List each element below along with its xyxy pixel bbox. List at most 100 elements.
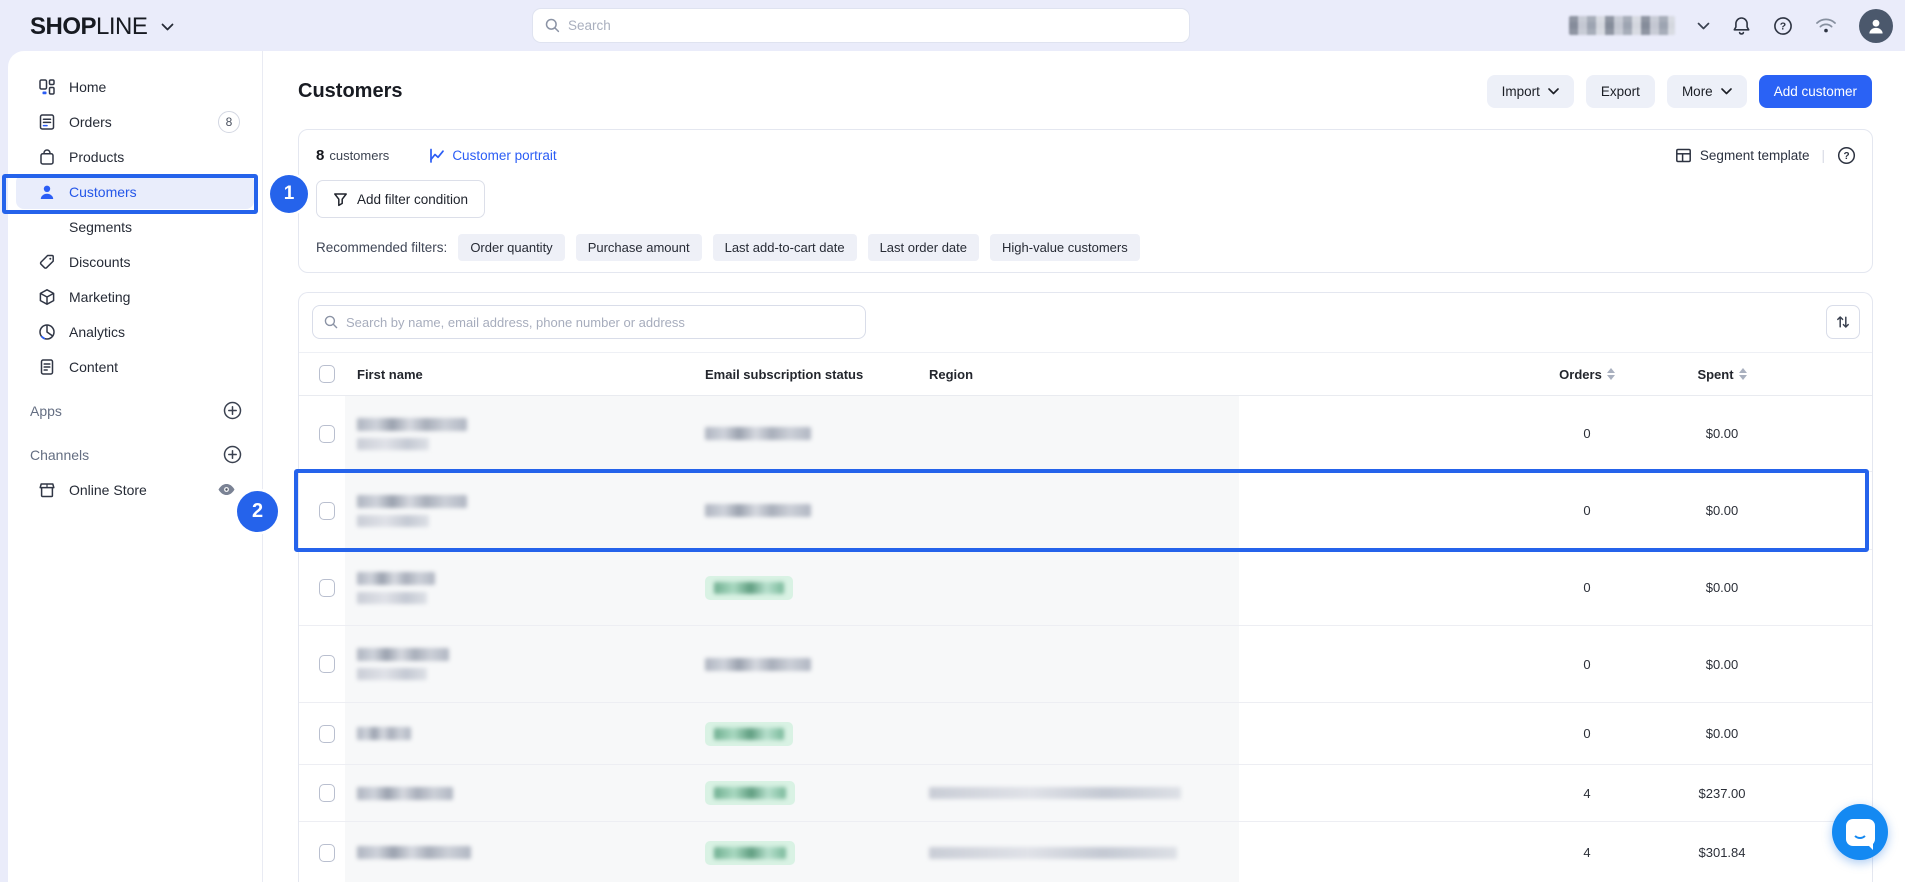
orders-header-label: Orders — [1559, 366, 1602, 382]
sidebar-item-customers[interactable]: Customers — [16, 174, 254, 209]
filter-chip-high-value-customers[interactable]: High-value customers — [990, 234, 1140, 261]
sidebar-item-label: Orders — [69, 113, 112, 130]
sidebar-item-orders[interactable]: Orders 8 — [16, 104, 254, 139]
email-status-cell — [705, 575, 929, 600]
table-search-input[interactable] — [346, 314, 854, 330]
help-icon[interactable]: ? — [1773, 16, 1793, 36]
sidebar-item-analytics[interactable]: Analytics — [16, 314, 254, 349]
help-circle-icon[interactable]: ? — [1837, 146, 1856, 165]
global-search-input[interactable] — [568, 18, 1177, 33]
filter-funnel-icon — [334, 192, 347, 206]
sidebar-item-discounts[interactable]: Discounts — [16, 244, 254, 279]
sidebar-item-segments[interactable]: Segments — [16, 209, 254, 244]
import-button[interactable]: Import — [1486, 75, 1574, 108]
sidebar-item-label: Segments — [69, 218, 133, 235]
annotation-step-2: 2 — [237, 491, 278, 532]
row-checkbox[interactable] — [319, 724, 335, 743]
sort-arrows-icon — [1837, 316, 1849, 328]
sort-carets-icon[interactable] — [1738, 368, 1747, 380]
discount-tag-icon — [39, 254, 54, 269]
table-search[interactable] — [312, 305, 866, 339]
segment-template-button[interactable]: Segment template — [1675, 147, 1810, 164]
column-header-first-name[interactable]: First name — [357, 367, 705, 382]
spent-value: $0.00 — [1705, 726, 1739, 741]
table-row[interactable]: 0 $0.00 — [299, 626, 1872, 703]
status-text-redacted — [714, 846, 786, 859]
row-checkbox[interactable] — [319, 424, 335, 443]
filter-chip-last-add-to-cart-date[interactable]: Last add-to-cart date — [712, 234, 857, 261]
top-bar: SHOPLINE ? — [0, 0, 1905, 51]
add-channel-plus-icon[interactable] — [223, 445, 242, 464]
filter-chip-last-order-date[interactable]: Last order date — [867, 234, 980, 261]
sidebar-item-marketing[interactable]: Marketing — [16, 279, 254, 314]
table-row[interactable]: 0 $0.00 — [299, 703, 1872, 765]
view-store-eye-icon[interactable] — [217, 483, 236, 496]
sort-carets-icon[interactable] — [1606, 368, 1615, 380]
sidebar-item-online-store[interactable]: Online Store — [16, 472, 254, 507]
table-row[interactable]: 0 $0.00 — [299, 550, 1872, 626]
filters-card: 8 customers Customer portrait Segment te… — [298, 129, 1873, 273]
global-search[interactable] — [532, 8, 1190, 43]
orders-value: 0 — [1583, 580, 1591, 595]
customer-portrait-link[interactable]: Customer portrait — [429, 148, 557, 164]
sidebar-item-label: Products — [69, 148, 125, 165]
column-header-orders[interactable]: Orders — [1532, 367, 1642, 382]
customer-name-redacted — [357, 846, 705, 859]
filter-chip-order-quantity[interactable]: Order quantity — [458, 234, 565, 261]
sidebar-item-home[interactable]: Home — [16, 69, 254, 104]
sidebar-item-label: Customers — [69, 183, 137, 200]
row-checkbox[interactable] — [319, 843, 335, 862]
sidebar-item-label: Online Store — [69, 481, 147, 498]
chevron-down-icon — [1548, 88, 1559, 95]
filter-chip-purchase-amount[interactable]: Purchase amount — [575, 234, 702, 261]
content-area: Customers Import Export More Add custome… — [264, 51, 1905, 882]
customer-name-redacted — [357, 648, 705, 680]
svg-text:?: ? — [1780, 20, 1786, 32]
add-customer-label: Add customer — [1773, 84, 1857, 99]
sidebar-item-products[interactable]: Products — [16, 139, 254, 174]
products-bag-icon — [40, 148, 54, 165]
row-checkbox[interactable] — [319, 655, 335, 673]
table-row[interactable]: 4 $301.84 — [299, 822, 1872, 882]
row-checkbox[interactable] — [319, 501, 335, 520]
notifications-bell-icon[interactable] — [1732, 16, 1751, 36]
divider: | — [1821, 148, 1825, 163]
column-header-email-subscription-status[interactable]: Email subscription status — [705, 367, 929, 382]
segment-template-label: Segment template — [1699, 148, 1810, 163]
spent-value: $301.84 — [1698, 845, 1746, 860]
email-status-cell — [705, 657, 929, 671]
orders-value: 4 — [1583, 845, 1591, 860]
shopline-logo[interactable]: SHOPLINE — [30, 13, 174, 41]
segment-template-icon — [1675, 148, 1691, 163]
store-switch-chevron-down-icon[interactable] — [1697, 22, 1710, 30]
account-avatar[interactable] — [1859, 8, 1893, 43]
home-icon — [39, 78, 55, 95]
table-header-row: First name Email subscription status Reg… — [299, 353, 1872, 396]
more-button[interactable]: More — [1666, 75, 1747, 108]
customer-name-redacted — [357, 571, 705, 604]
table-row[interactable]: 4 $237.00 — [299, 765, 1872, 822]
export-button[interactable]: Export — [1585, 75, 1655, 108]
table-row[interactable]: 0 $0.00 — [299, 472, 1872, 550]
email-status-subscribed-badge — [705, 840, 795, 865]
add-app-plus-icon[interactable] — [223, 401, 242, 420]
table-row[interactable]: 0 $0.00 — [299, 396, 1872, 472]
spent-value: $237.00 — [1698, 785, 1746, 801]
network-wifi-icon[interactable] — [1815, 17, 1837, 34]
column-header-region[interactable]: Region — [929, 367, 1449, 382]
person-icon — [1869, 19, 1883, 33]
row-checkbox[interactable] — [319, 578, 335, 597]
add-customer-button[interactable]: Add customer — [1758, 75, 1872, 108]
sort-button[interactable] — [1826, 305, 1860, 339]
column-header-spent[interactable]: Spent — [1642, 367, 1802, 382]
email-status-subscribed-badge — [705, 721, 793, 746]
row-checkbox[interactable] — [319, 784, 335, 802]
chat-widget-button[interactable] — [1832, 804, 1888, 860]
sidebar-item-content[interactable]: Content — [16, 349, 254, 384]
export-label: Export — [1600, 84, 1640, 99]
analytics-pie-icon — [39, 323, 55, 340]
add-filter-condition-button[interactable]: Add filter condition — [316, 180, 486, 218]
search-icon — [324, 315, 338, 329]
select-all-checkbox[interactable] — [319, 365, 335, 383]
chevron-down-icon — [161, 23, 174, 31]
